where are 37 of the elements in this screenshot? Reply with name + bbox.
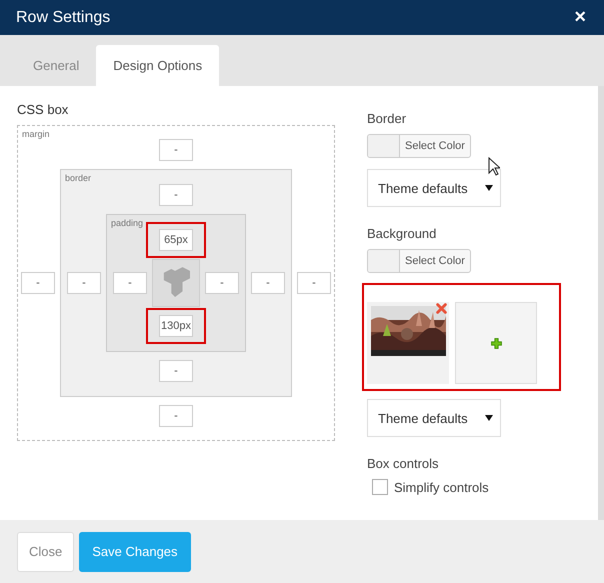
- value-field[interactable]: -: [113, 272, 147, 294]
- close-button[interactable]: Close: [17, 532, 74, 572]
- select-color-button[interactable]: Select Color: [367, 249, 471, 273]
- value-field[interactable]: 65px: [159, 229, 193, 251]
- caret-icon: [485, 185, 493, 191]
- value-field[interactable]: -: [67, 272, 101, 294]
- value-field[interactable]: -: [159, 139, 193, 161]
- value-field[interactable]: -: [21, 272, 55, 294]
- image-tile[interactable]: [367, 302, 449, 384]
- add-image-tile[interactable]: [455, 302, 537, 384]
- remove-icon[interactable]: [436, 303, 447, 314]
- section-label: Border: [367, 111, 406, 126]
- section-label: Box controls: [367, 456, 439, 471]
- checkbox[interactable]: [372, 479, 388, 495]
- value-field[interactable]: -: [159, 184, 193, 206]
- value-field[interactable]: -: [159, 360, 193, 382]
- style-select[interactable]: Theme defaults: [367, 169, 501, 207]
- checkbox-label: Simplify controls: [394, 480, 489, 494]
- box-label: padding: [111, 218, 144, 228]
- cursor-icon: [488, 157, 500, 176]
- window-title: Row Settings: [16, 8, 110, 26]
- section-title: CSS box: [17, 102, 70, 117]
- tab[interactable]: Design Options: [96, 45, 220, 86]
- select-color-button[interactable]: Select Color: [367, 134, 471, 158]
- box-label: margin: [22, 129, 50, 139]
- value-field[interactable]: -: [159, 405, 193, 427]
- value-field[interactable]: -: [205, 272, 239, 294]
- close-button[interactable]: ×: [574, 6, 586, 29]
- cubes-icon: [162, 267, 190, 299]
- value-field[interactable]: -: [251, 272, 285, 294]
- box-label: border: [65, 173, 92, 183]
- plus-icon: [490, 338, 502, 348]
- caret-icon: [485, 415, 493, 421]
- value-field[interactable]: -: [297, 272, 331, 294]
- value-field[interactable]: 130px: [159, 315, 193, 337]
- section-label: Background: [367, 226, 436, 241]
- style-select[interactable]: Theme defaults: [367, 399, 501, 437]
